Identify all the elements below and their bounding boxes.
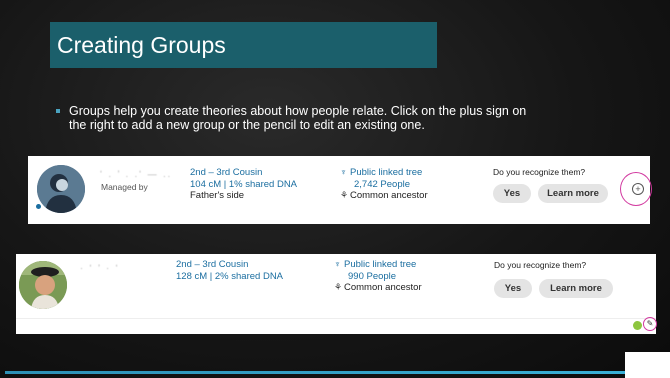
bullet-icon (56, 109, 60, 113)
relationship-info: 2nd – 3rd Cousin 104 cM | 1% shared DNA … (190, 167, 297, 202)
corner-patch (625, 352, 670, 378)
tree-link[interactable]: Public linked tree (350, 167, 422, 178)
match-name: ‘ . ’ . .‘ — .. (100, 169, 173, 179)
relationship[interactable]: 2nd – 3rd Cousin (190, 167, 297, 179)
bullet-point: Groups help you create theories about ho… (56, 104, 540, 132)
tree-info: ♆ Public linked tree 2,742 People ⚘ Common… (340, 167, 428, 202)
slide-title: Creating Groups (50, 22, 437, 68)
tree-link[interactable]: Public linked tree (344, 259, 416, 270)
tree-people[interactable]: 990 People (334, 271, 422, 283)
avatar (37, 165, 85, 213)
bullet-text: Groups help you create theories about ho… (69, 104, 527, 132)
group-marker-icon (36, 204, 41, 209)
shared-dna[interactable]: 128 cM | 2% shared DNA (176, 271, 283, 283)
side: Father's side (190, 190, 245, 201)
match-card-1[interactable]: ‘ . ’ . .‘ — .. Managed by 2nd – 3rd Cou… (28, 156, 652, 224)
slide-accent-bar (5, 371, 625, 374)
shared-dna[interactable]: 104 cM | 1% shared DNA (190, 179, 297, 191)
relationship[interactable]: 2nd – 3rd Cousin (176, 259, 283, 271)
avatar (19, 261, 67, 309)
tree-icon: ♆ (340, 167, 347, 177)
ancestor-icon: ⚘ (340, 190, 349, 200)
tree-icon: ♆ (334, 259, 341, 269)
pencil-icon[interactable]: ✎ (643, 317, 657, 331)
yes-button[interactable]: Yes (494, 279, 532, 298)
match-card-2[interactable]: · ‘ ’ · ‘ 2nd – 3rd Cousin 128 cM | 2% s… (16, 254, 657, 334)
ancestor-icon: ⚘ (334, 282, 343, 292)
relationship-info: 2nd – 3rd Cousin 128 cM | 2% shared DNA (176, 259, 283, 282)
match-name: · ‘ ’ · ‘ (80, 263, 120, 273)
common-ancestor[interactable]: Common ancestor (344, 282, 422, 293)
tree-info: ♆ Public linked tree 990 People ⚘ Common a… (334, 259, 422, 294)
recognize-prompt: Do you recognize them? (494, 260, 587, 270)
learn-more-button[interactable]: Learn more (539, 279, 613, 298)
divider (16, 318, 656, 319)
tree-people[interactable]: 2,742 People (340, 179, 428, 191)
managed-by: Managed by (101, 182, 148, 192)
plus-circle-icon[interactable]: + (632, 183, 644, 195)
group-dot-icon (633, 321, 642, 330)
common-ancestor[interactable]: Common ancestor (350, 190, 428, 201)
learn-more-button[interactable]: Learn more (538, 184, 608, 203)
recognize-prompt: Do you recognize them? (493, 167, 586, 177)
yes-button[interactable]: Yes (493, 184, 531, 203)
